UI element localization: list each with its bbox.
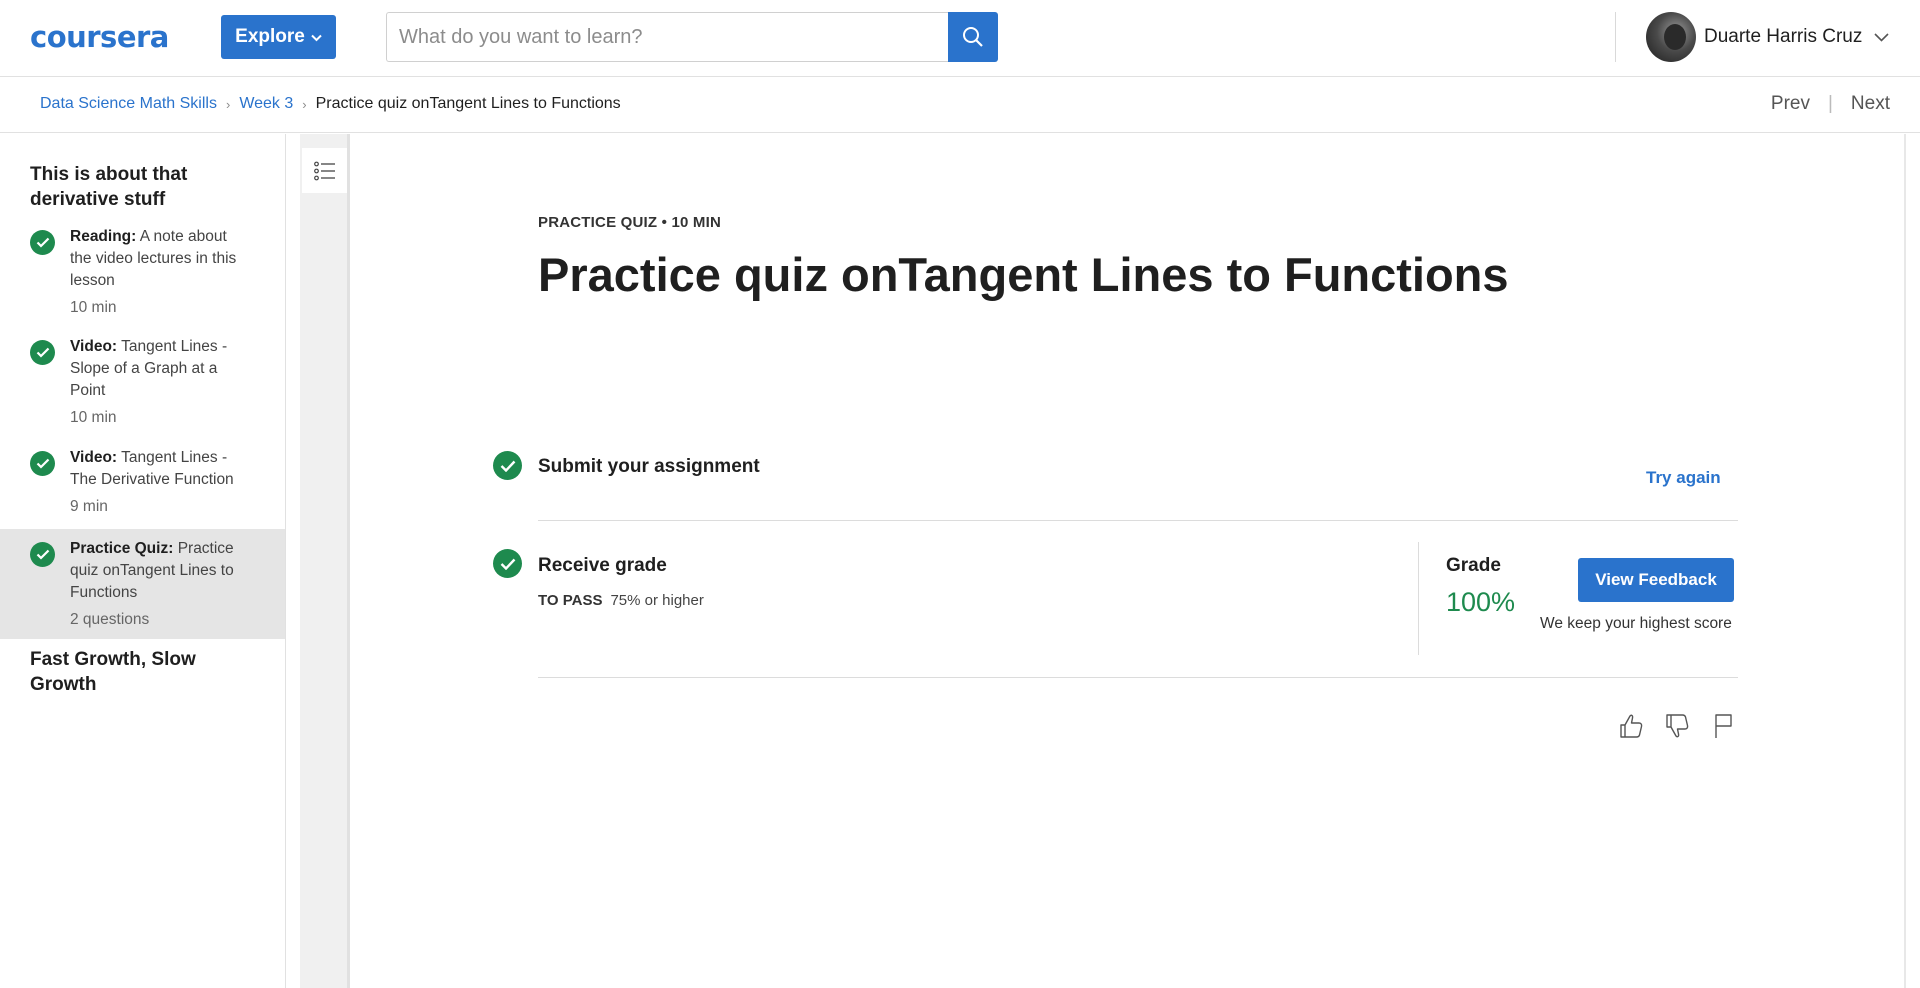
check-icon [493, 451, 522, 480]
lesson-type: Reading: [70, 228, 137, 245]
search-icon [963, 27, 983, 47]
chevron-down-icon [311, 34, 322, 42]
score-note: We keep your highest score [1540, 615, 1732, 632]
chevron-down-icon [1874, 32, 1889, 42]
lesson-item[interactable]: Video: Tangent Lines - Slope of a Graph … [0, 336, 285, 440]
chevron-right-icon: › [302, 96, 307, 112]
top-header: coursera Explore Duarte Harris Cruz [0, 0, 1920, 77]
pass-requirement: TO PASS 75% or higher [538, 592, 704, 609]
submit-step-title: Submit your assignment [538, 456, 760, 477]
lesson-type: Video: [70, 449, 118, 466]
breadcrumb-course[interactable]: Data Science Math Skills [40, 95, 217, 113]
divider [538, 677, 1738, 678]
avatar [1646, 12, 1696, 62]
page-title: Practice quiz onTangent Lines to Functio… [538, 248, 1509, 301]
item-kicker: PRACTICE QUIZ • 10 MIN [538, 214, 722, 231]
lesson-meta: 2 questions [70, 611, 150, 628]
prev-button[interactable]: Prev [1771, 93, 1810, 115]
lesson-label: Reading: A note about the video lectures… [70, 226, 250, 292]
feedback-actions [1618, 712, 1736, 740]
to-pass-label: TO PASS [538, 592, 603, 609]
user-menu[interactable]: Duarte Harris Cruz [1646, 12, 1889, 62]
flag-icon[interactable] [1710, 712, 1736, 740]
lesson-type: Video: [70, 338, 118, 355]
breadcrumb-week[interactable]: Week 3 [239, 95, 293, 113]
content-right-border [1904, 134, 1906, 988]
explore-label: Explore [235, 26, 305, 47]
check-icon [30, 230, 55, 255]
grade-label: Grade [1446, 555, 1501, 576]
view-feedback-button[interactable]: View Feedback [1578, 558, 1734, 602]
list-icon [313, 161, 335, 180]
divider [538, 520, 1738, 521]
try-again-link[interactable]: Try again [1646, 468, 1721, 488]
check-icon [30, 542, 55, 567]
check-icon [30, 451, 55, 476]
to-pass-value: 75% or higher [610, 592, 704, 609]
lesson-meta: 10 min [70, 409, 117, 426]
lesson-meta: 9 min [70, 498, 108, 515]
grade-value: 100% [1446, 587, 1516, 617]
lesson-item[interactable]: Reading: A note about the video lectures… [0, 226, 285, 330]
lesson-label: Video: Tangent Lines - Slope of a Graph … [70, 336, 250, 402]
next-button[interactable]: Next [1851, 93, 1890, 115]
breadcrumb-bar: Data Science Math Skills › Week 3 › Prac… [0, 77, 1920, 133]
thumbs-up-icon[interactable] [1618, 712, 1644, 740]
breadcrumb-current: Practice quiz onTangent Lines to Functio… [315, 95, 621, 112]
module-title[interactable]: This is about that derivative stuff [30, 162, 260, 212]
toggle-sidebar-button[interactable] [302, 148, 347, 193]
check-icon [30, 340, 55, 365]
lesson-type: Practice Quiz: [70, 540, 174, 557]
header-divider [1615, 12, 1616, 62]
nav-divider: | [1827, 93, 1833, 114]
user-name: Duarte Harris Cruz [1704, 26, 1863, 47]
lesson-item[interactable]: Video: Tangent Lines - The Derivative Fu… [0, 447, 285, 529]
lesson-sidebar: This is about that derivative stuff Read… [0, 134, 286, 988]
explore-button[interactable]: Explore [221, 15, 336, 59]
search-input[interactable] [386, 12, 949, 62]
breadcrumb: Data Science Math Skills › Week 3 › Prac… [40, 95, 621, 113]
lesson-label: Practice Quiz: Practice quiz onTangent L… [70, 538, 250, 604]
lesson-label: Video: Tangent Lines - The Derivative Fu… [70, 447, 250, 491]
sidebar-toggle-rail [300, 134, 350, 988]
thumbs-down-icon[interactable] [1664, 712, 1690, 740]
next-module-title[interactable]: Fast Growth, Slow Growth [30, 647, 260, 697]
lesson-item-active[interactable]: Practice Quiz: Practice quiz onTangent L… [0, 529, 285, 639]
grade-divider [1418, 542, 1419, 655]
search-button[interactable] [948, 12, 998, 62]
prev-next-nav: Prev | Next [1771, 93, 1890, 115]
receive-step-title: Receive grade [538, 555, 667, 576]
check-icon [493, 549, 522, 578]
chevron-right-icon: › [225, 96, 231, 112]
search-bar [386, 12, 998, 62]
coursera-logo[interactable]: coursera [30, 20, 169, 54]
lesson-meta: 10 min [70, 299, 117, 316]
